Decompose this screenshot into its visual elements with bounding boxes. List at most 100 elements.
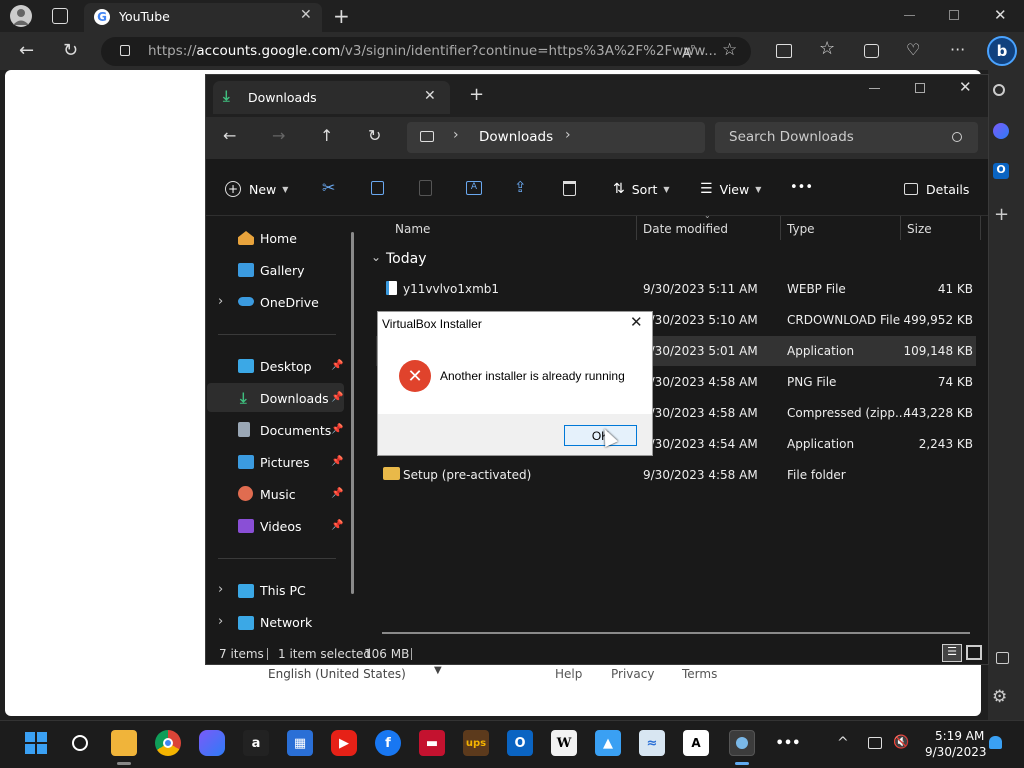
tiles-view-icon[interactable] xyxy=(966,645,982,660)
copy-icon[interactable] xyxy=(371,181,384,195)
nav-onedrive[interactable]: OneDrive xyxy=(260,287,319,317)
file-explorer-taskbar-icon[interactable] xyxy=(111,730,137,756)
outlook-icon[interactable]: O xyxy=(993,163,1009,179)
nav-desktop[interactable]: Desktop xyxy=(260,351,312,381)
add-sidebar-app-icon[interactable]: + xyxy=(994,204,1009,225)
collections-icon[interactable] xyxy=(864,44,879,58)
sidebar-layout-icon[interactable] xyxy=(996,652,1009,664)
details-view-icon[interactable]: ☰ xyxy=(942,644,962,662)
explorer-back-icon[interactable]: ← xyxy=(223,126,236,145)
details-pane-button[interactable]: Details xyxy=(904,180,969,198)
amazon-icon[interactable]: a xyxy=(243,730,269,756)
search-icon[interactable] xyxy=(993,84,1005,96)
photos-app-icon[interactable]: ▲ xyxy=(595,730,621,756)
browser-essentials-icon[interactable]: ♡ xyxy=(906,40,920,59)
rename-icon[interactable]: A xyxy=(466,181,482,195)
footer-link-help[interactable]: Help xyxy=(555,667,582,681)
column-header-name[interactable]: Name xyxy=(395,222,430,236)
new-button[interactable]: + New ▼ xyxy=(225,179,288,199)
explorer-minimize-icon[interactable] xyxy=(869,88,880,89)
nav-videos[interactable]: Videos xyxy=(260,511,302,541)
refresh-icon[interactable]: ↻ xyxy=(63,40,78,61)
explorer-search-box[interactable]: Search Downloads xyxy=(715,122,978,153)
facebook-icon[interactable]: f xyxy=(375,730,401,756)
tab-actions-icon[interactable] xyxy=(52,8,68,24)
column-header-size[interactable]: Size xyxy=(907,222,932,236)
taskbar-search-icon[interactable] xyxy=(67,730,93,756)
language-select[interactable]: English (United States) ▼ xyxy=(268,665,453,685)
tray-chevron-up-icon[interactable]: ^ xyxy=(837,735,849,751)
group-collapse-icon[interactable]: ⌄ xyxy=(371,250,381,264)
taskbar-overflow-icon[interactable]: ••• xyxy=(775,730,801,756)
virtualbox-installer-taskbar-icon[interactable] xyxy=(729,730,755,756)
cut-icon[interactable]: ✂ xyxy=(322,178,335,197)
nav-pictures[interactable]: Pictures xyxy=(260,447,310,477)
sort-button[interactable]: ⇅ Sort ▼ xyxy=(613,180,670,198)
explorer-tab-downloads[interactable]: ⤓ Downloads ✕ xyxy=(213,81,450,114)
breadcrumb-downloads[interactable]: Downloads xyxy=(479,129,553,145)
nav-gallery[interactable]: Gallery xyxy=(260,255,305,285)
view-button[interactable]: ☰ View ▼ xyxy=(700,180,761,198)
group-header-today[interactable]: Today xyxy=(386,251,427,267)
explorer-address-bar[interactable]: › Downloads › xyxy=(407,122,705,153)
start-windows-icon[interactable] xyxy=(23,730,49,756)
copilot-bing-icon[interactable]: b xyxy=(987,36,1017,66)
settings-more-icon[interactable]: ··· xyxy=(950,40,965,59)
footer-link-privacy[interactable]: Privacy xyxy=(611,667,654,681)
horizontal-scrollbar[interactable] xyxy=(382,632,970,634)
expand-chevron-icon[interactable]: › xyxy=(218,294,223,309)
ups-icon[interactable]: ups xyxy=(463,730,489,756)
tab-close-icon[interactable]: ✕ xyxy=(300,7,312,23)
nav-music[interactable]: Music xyxy=(260,479,296,509)
nav-this-pc[interactable]: This PC xyxy=(260,575,306,605)
restore-icon[interactable] xyxy=(949,10,959,20)
nav-documents[interactable]: Documents xyxy=(260,415,331,445)
nav-scrollbar[interactable] xyxy=(351,232,354,594)
copilot-icon[interactable] xyxy=(993,123,1009,139)
microsoft-store-icon[interactable]: ▦ xyxy=(287,730,313,756)
address-bar[interactable]: https://accounts.google.com/v3/signin/id… xyxy=(101,37,751,66)
explorer-up-icon[interactable]: ↑ xyxy=(320,126,333,145)
nav-network[interactable]: Network xyxy=(260,607,312,637)
delete-icon[interactable] xyxy=(563,181,576,196)
red-app-icon[interactable]: ▬ xyxy=(419,730,445,756)
clock-date[interactable]: 9/30/2023 xyxy=(925,745,987,759)
adobe-icon[interactable]: A xyxy=(683,730,709,756)
volume-muted-icon[interactable]: 🔇 xyxy=(893,735,909,750)
outlook-taskbar-icon[interactable]: O xyxy=(507,730,533,756)
minimize-icon[interactable] xyxy=(904,15,915,16)
split-screen-icon[interactable] xyxy=(776,44,792,58)
profile-avatar[interactable] xyxy=(10,5,32,27)
explorer-refresh-icon[interactable]: ↻ xyxy=(368,126,381,145)
explorer-forward-icon[interactable]: → xyxy=(272,126,285,145)
notification-bell-icon[interactable] xyxy=(989,736,1002,749)
new-tab-button[interactable]: + xyxy=(333,4,350,28)
explorer-maximize-icon[interactable] xyxy=(915,83,925,93)
sidebar-settings-gear-icon[interactable]: ⚙ xyxy=(992,687,1007,707)
network-tray-icon[interactable] xyxy=(868,737,882,749)
breadcrumb-expand-icon[interactable]: › xyxy=(565,127,571,143)
expand-chevron-icon[interactable]: › xyxy=(218,614,223,629)
more-options-button[interactable]: ••• xyxy=(790,180,813,195)
nav-downloads[interactable]: Downloads xyxy=(260,383,329,413)
chrome-icon[interactable] xyxy=(155,730,181,756)
column-header-date[interactable]: Date modified xyxy=(643,222,728,236)
nav-home[interactable]: Home xyxy=(260,223,297,253)
favorites-icon[interactable]: ☆ xyxy=(819,38,835,59)
expand-chevron-icon[interactable]: › xyxy=(218,582,223,597)
close-icon[interactable]: ✕ xyxy=(994,6,1007,24)
copilot-taskbar-icon[interactable] xyxy=(199,730,225,756)
youtube-icon[interactable]: ▶ xyxy=(331,730,357,756)
share-icon[interactable]: ⇪ xyxy=(514,178,527,196)
chart-app-icon[interactable]: ≈ xyxy=(639,730,665,756)
column-header-type[interactable]: Type xyxy=(787,222,815,236)
paste-icon[interactable] xyxy=(419,180,432,196)
read-aloud-icon[interactable]: Aⁿ xyxy=(682,42,695,61)
explorer-tab-close-icon[interactable]: ✕ xyxy=(424,88,436,104)
explorer-new-tab-button[interactable]: + xyxy=(469,84,484,105)
browser-tab-youtube[interactable]: G YouTube ✕ xyxy=(84,3,322,32)
explorer-close-icon[interactable]: ✕ xyxy=(959,78,972,96)
back-icon[interactable]: ← xyxy=(19,40,34,61)
wikipedia-icon[interactable]: W xyxy=(551,730,577,756)
dialog-close-icon[interactable]: ✕ xyxy=(630,313,643,331)
